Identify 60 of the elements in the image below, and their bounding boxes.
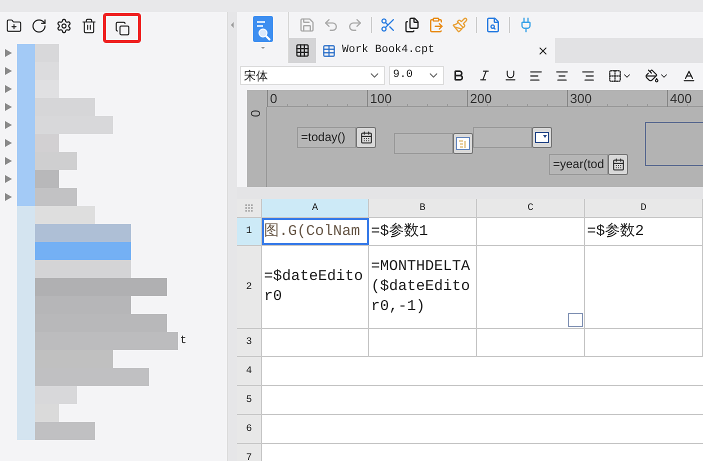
table-icon [322, 44, 336, 58]
collapse-icon[interactable] [228, 20, 237, 30]
expand-arrow-icon[interactable] [5, 157, 12, 165]
expand-arrow-icon[interactable] [5, 85, 12, 93]
copy-button[interactable] [103, 13, 141, 43]
date-field[interactable]: =year(tod [549, 154, 608, 175]
row-header[interactable]: 6 [237, 415, 262, 443]
expand-arrow-icon[interactable] [5, 139, 12, 147]
sheet-cell[interactable]: =$dateEditor0 [262, 246, 369, 328]
sheet-cell[interactable]: =$参数2 [585, 218, 703, 245]
cell-text: =$参数1 [370, 222, 430, 242]
expand-arrow-icon[interactable] [5, 175, 12, 183]
label-fragment: t [180, 334, 187, 349]
copy-icon [114, 20, 130, 36]
cell-text: 图.G(ColNam [263, 222, 362, 242]
calendar-icon[interactable] [356, 127, 376, 148]
dropdown-icon[interactable] [532, 127, 552, 148]
widget-frame [645, 122, 703, 166]
report-designer-icon[interactable] [250, 16, 274, 50]
row-header[interactable]: 2 [237, 246, 262, 328]
pixelated-label [17, 170, 59, 188]
row-header[interactable]: 7 [237, 444, 262, 461]
expand-arrow-icon[interactable] [5, 49, 12, 57]
ruler-label: 400 [670, 90, 692, 107]
row-header[interactable]: 5 [237, 386, 262, 414]
expand-arrow-icon[interactable] [5, 103, 12, 111]
pixelated-label [17, 152, 77, 170]
ruler-label: 200 [470, 90, 492, 107]
select-all-icon[interactable] [244, 203, 254, 213]
combo-field[interactable] [394, 133, 453, 154]
sheet-cell[interactable]: =MONTHDELTA($dateEditor0,-1) [369, 246, 477, 328]
row-header[interactable]: 1 [237, 218, 262, 245]
combo-field[interactable] [473, 127, 532, 148]
cell-text: =$参数2 [586, 222, 646, 242]
expand-arrow-icon[interactable] [5, 67, 12, 75]
date-field[interactable]: =today() [297, 127, 356, 148]
sheet-cell[interactable]: =$参数1 [369, 218, 477, 245]
pixelated-label [17, 44, 59, 62]
row-header[interactable]: 4 [237, 357, 262, 385]
font-select[interactable]: 宋体 [240, 66, 385, 85]
size-select[interactable]: 9.0 [388, 66, 444, 85]
add-sheet-icon[interactable] [289, 38, 316, 63]
ruler-label: 0 [270, 90, 278, 107]
sheet-cell[interactable]: 图.G(ColNam [262, 218, 369, 245]
calendar-icon[interactable] [608, 154, 628, 175]
expand-arrow-icon[interactable] [5, 193, 12, 201]
ruler-label: 100 [370, 90, 392, 107]
cell-text: =$dateEditor0 [263, 267, 364, 307]
close-icon[interactable] [537, 44, 549, 56]
cell-text: =MONTHDELTA($dateEditor0,-1) [370, 257, 472, 317]
pixelated-label [17, 62, 59, 80]
pixelated-label [17, 188, 77, 206]
text-marker-icon [568, 313, 583, 327]
ruler-label: 300 [570, 90, 592, 107]
ruler-label: 0 [249, 110, 262, 118]
row-header[interactable]: 3 [237, 329, 262, 356]
file-tab[interactable]: Work Book4.cpt [316, 38, 555, 63]
column-header[interactable]: A [262, 199, 369, 217]
tree-list-icon[interactable] [453, 133, 473, 154]
expand-arrow-icon[interactable] [5, 121, 12, 129]
